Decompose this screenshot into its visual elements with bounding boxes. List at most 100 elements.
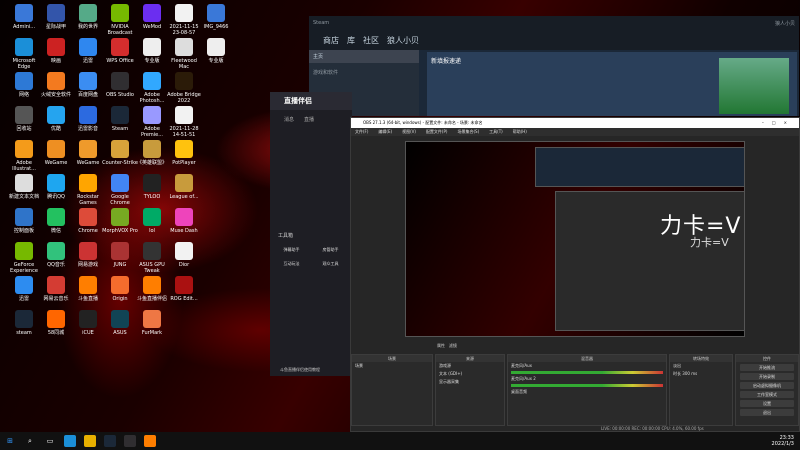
desktop-icon[interactable]: 控制面板 <box>6 208 42 234</box>
explorer-icon[interactable] <box>84 435 96 447</box>
desktop-icon[interactable]: 斗鱼直播伴侣 <box>134 276 170 302</box>
obs-window[interactable]: OBS 27.1.3 (64-bit, windows) - 配置文件: 未命名… <box>350 117 800 432</box>
menu-scene-collection[interactable]: 场景集合(S) <box>457 128 479 136</box>
desktop-icon[interactable]: iCUE <box>70 310 106 336</box>
transition-select[interactable]: 淡出 <box>670 362 732 370</box>
desktop-icon[interactable]: Chrome <box>70 208 106 234</box>
minimize-icon[interactable]: – <box>762 120 772 125</box>
desktop-icon[interactable]: IMG_9466 <box>198 4 234 30</box>
desktop-icon[interactable]: 新建文本文档 <box>6 174 42 200</box>
steam-games[interactable]: 游戏和软件 <box>309 63 419 82</box>
tool-interact[interactable]: 互动玩法 <box>276 261 307 267</box>
filters-button[interactable]: 滤镜 <box>449 343 457 348</box>
desktop-icon[interactable]: Adobe Illustrat... <box>6 140 42 172</box>
desktop-icon[interactable]: FurMark <box>134 310 170 336</box>
nav-store[interactable]: 商店 <box>323 35 339 46</box>
desktop-icon[interactable]: PotPlayer <box>166 140 202 166</box>
desktop-icon[interactable]: Origin <box>102 276 138 302</box>
scene-item[interactable]: 场景 <box>352 362 432 370</box>
clock[interactable]: 23:33 2022/1/3 <box>772 435 800 447</box>
steam-user[interactable]: 狼人小贝 <box>775 20 795 27</box>
menu-profile[interactable]: 配置文件(P) <box>426 128 448 136</box>
desktop-icon[interactable]: Dior <box>166 242 202 268</box>
desktop-icon[interactable]: Fleetwood Mac <box>166 38 202 70</box>
desktop-icon[interactable]: 斗鱼直播 <box>70 276 106 302</box>
source-item[interactable]: 文本 (GDI+) <box>436 370 504 378</box>
desktop-icon[interactable]: QQ音乐 <box>38 242 74 268</box>
virtual-camera-button[interactable]: 启动虚拟摄像机 <box>740 382 794 389</box>
desktop-icon[interactable]: 迅雷 <box>70 38 106 64</box>
search-icon[interactable]: ⌕ <box>24 435 36 447</box>
desktop-icon[interactable]: 迅雷 <box>6 276 42 302</box>
desktop-icon[interactable]: WeGame <box>70 140 106 166</box>
maximize-icon[interactable]: □ <box>772 120 784 125</box>
tab-messages[interactable]: 消息 <box>284 116 294 123</box>
taskview-icon[interactable]: ▭ <box>44 435 56 447</box>
mixer-meter[interactable] <box>511 371 663 374</box>
desktop-icon[interactable]: 优酷 <box>38 106 74 132</box>
desktop-icon[interactable]: Adobe Premie... <box>134 106 170 138</box>
nav-library[interactable]: 库 <box>347 35 355 46</box>
desktop-icon[interactable]: ASUS <box>102 310 138 336</box>
desktop-icon[interactable]: Adobe Photosh... <box>134 72 170 104</box>
desktop-icon[interactable]: 回收站 <box>6 106 42 132</box>
gta-cover[interactable] <box>719 58 789 114</box>
desktop-icon[interactable]: League of... <box>166 174 202 200</box>
desktop-icon[interactable]: 迅雷影音 <box>70 106 106 132</box>
mixer-meter[interactable] <box>511 384 663 387</box>
desktop-icon[interactable]: TYLOO <box>134 174 170 200</box>
desktop-icon[interactable]: 我的世界 <box>70 4 106 30</box>
source-item[interactable]: 游戏源 <box>436 362 504 370</box>
desktop-icon[interactable]: 微信 <box>38 208 74 234</box>
obs-icon[interactable] <box>124 435 136 447</box>
props-button[interactable]: 属性 <box>437 343 445 348</box>
desktop-icon[interactable]: 腾讯QQ <box>38 174 74 200</box>
desktop-icon[interactable]: 星际战甲 <box>38 4 74 30</box>
desktop-icon[interactable]: NVIDIA Broadcast <box>102 4 138 36</box>
desktop-icon[interactable]: WeMod <box>134 4 170 30</box>
desktop-icon[interactable]: 58同城 <box>38 310 74 336</box>
desktop-icon[interactable]: JUNG <box>102 242 138 268</box>
douyu-tip[interactable]: 斗鱼直播伴侣使用教程 <box>280 367 320 373</box>
tool-audience[interactable]: 观众工具 <box>315 261 346 267</box>
desktop-icon[interactable]: lol <box>134 208 170 234</box>
desktop-icon[interactable]: 2021-11-15 23-08-57 <box>166 4 202 36</box>
desktop-icon[interactable]: 百度网盘 <box>70 72 106 98</box>
desktop-icon[interactable]: WPS Office <box>102 38 138 64</box>
menu-view[interactable]: 视图(V) <box>402 128 416 136</box>
desktop-icon[interactable]: Steam <box>102 106 138 132</box>
desktop-icon[interactable]: Google Chrome <box>102 174 138 206</box>
tab-live[interactable]: 直播 <box>304 116 314 123</box>
desktop-icon[interactable]: OBS Studio <box>102 72 138 98</box>
menu-file[interactable]: 文件(F) <box>355 128 368 136</box>
desktop-icon[interactable]: 专业版 <box>134 38 170 64</box>
settings-button[interactable]: 设置 <box>740 400 794 407</box>
desktop-icon[interactable]: Admini... <box>6 4 42 30</box>
desktop-icon[interactable]: steam <box>6 310 42 336</box>
steam-window[interactable]: Steam 狼人小贝 商店 库 社区 狼人小贝 主页 游戏和软件 新填报速递 <box>309 16 799 116</box>
desktop-icon[interactable]: GeForce Experience <box>6 242 42 274</box>
desktop-icon[interactable]: 网络 <box>6 72 42 98</box>
desktop-icon[interactable]: Counter-Strike <box>102 140 138 166</box>
desktop-icon[interactable]: ROG Edit... <box>166 276 202 302</box>
studio-mode-button[interactable]: 工作室模式 <box>740 391 794 398</box>
steam-icon[interactable] <box>104 435 116 447</box>
duration-input[interactable]: 300 ms <box>682 371 697 376</box>
steam-home[interactable]: 主页 <box>309 50 419 63</box>
desktop-icon[interactable]: Rockstar Games <box>70 174 106 206</box>
desktop-icon[interactable]: 《英雄联盟》 <box>134 140 170 166</box>
close-icon[interactable]: × <box>784 120 795 125</box>
exit-button[interactable]: 退出 <box>740 409 794 416</box>
desktop-icon[interactable]: WeGame <box>38 140 74 166</box>
windows-start-icon[interactable]: ⊞ <box>4 435 16 447</box>
desktop-icon[interactable]: MorphVOX Pro <box>102 208 138 234</box>
desktop-icon[interactable]: 网易游戏 <box>70 242 106 268</box>
nav-community[interactable]: 社区 <box>363 35 379 46</box>
edge-icon[interactable] <box>64 435 76 447</box>
tool-roomadmin[interactable]: 房管助手 <box>315 247 346 253</box>
desktop-icon[interactable]: 火绒安全软件 <box>38 72 74 98</box>
start-streaming-button[interactable]: 开始推流 <box>740 364 794 371</box>
desktop-icon[interactable]: Muse Dash <box>166 208 202 234</box>
desktop-icon[interactable]: 网易云音乐 <box>38 276 74 302</box>
obs-titlebar[interactable]: OBS 27.1.3 (64-bit, windows) - 配置文件: 未命名… <box>351 118 799 128</box>
